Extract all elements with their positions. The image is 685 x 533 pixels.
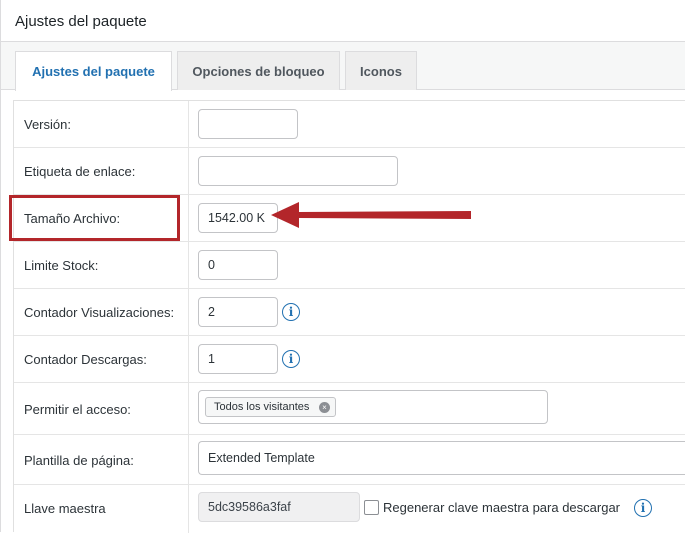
label-version: Versión: — [24, 117, 71, 132]
version-input[interactable] — [198, 109, 298, 139]
label-master-key: Llave maestra — [24, 501, 106, 516]
info-icon[interactable]: i — [282, 303, 300, 321]
row-view-count: Contador Visualizaciones: 2 i — [14, 289, 685, 336]
settings-table: Versión: Etiqueta de enlace: Tamaño Arch… — [13, 100, 685, 533]
panel-title: Ajustes del paquete — [1, 0, 685, 42]
access-chip: Todos los visitantes × — [205, 397, 336, 417]
download-count-input[interactable]: 1 — [198, 344, 278, 374]
master-key-input[interactable]: 5dc39586a3faf — [198, 492, 360, 522]
info-icon[interactable]: i — [282, 350, 300, 368]
regenerate-key-checkbox[interactable] — [364, 500, 379, 515]
regenerate-key-label[interactable]: Regenerar clave maestra para descargar — [383, 500, 620, 515]
tab-lock-options[interactable]: Opciones de bloqueo — [177, 51, 340, 90]
stock-limit-input[interactable]: 0 — [198, 250, 278, 280]
label-link-label: Etiqueta de enlace: — [24, 164, 136, 179]
info-icon[interactable]: i — [634, 499, 652, 517]
row-master-key: Llave maestra 5dc39586a3faf Regenerar cl… — [14, 485, 685, 533]
label-access: Permitir el acceso: — [24, 402, 131, 417]
page-template-select[interactable]: Extended Template — [198, 441, 685, 475]
tab-icons[interactable]: Iconos — [345, 51, 417, 90]
link-label-input[interactable] — [198, 156, 398, 186]
label-download-count: Contador Descargas: — [24, 352, 147, 367]
tab-bar: Ajustes del paquete Opciones de bloqueo … — [1, 42, 685, 91]
label-stock-limit: Limite Stock: — [24, 258, 99, 273]
close-circle-icon[interactable]: × — [319, 402, 330, 413]
access-select[interactable]: Todos los visitantes × — [198, 390, 548, 424]
file-size-input[interactable]: 1542.00 K — [198, 203, 278, 233]
tab-package-settings[interactable]: Ajustes del paquete — [15, 51, 172, 91]
red-arrow — [271, 202, 471, 228]
annotation-highlight-box — [9, 195, 180, 241]
row-download-count: Contador Descargas: 1 i — [14, 336, 685, 383]
package-settings-panel: Ajustes del paquete Ajustes del paquete … — [0, 0, 685, 533]
view-count-input[interactable]: 2 — [198, 297, 278, 327]
row-page-template: Plantilla de página: Extended Template — [14, 435, 685, 485]
row-link-label: Etiqueta de enlace: — [14, 148, 685, 195]
row-version: Versión: — [14, 101, 685, 148]
row-access: Permitir el acceso: Todos los visitantes… — [14, 383, 685, 435]
row-stock-limit: Limite Stock: 0 — [14, 242, 685, 289]
label-view-count: Contador Visualizaciones: — [24, 305, 175, 320]
label-page-template: Plantilla de página: — [24, 453, 134, 468]
